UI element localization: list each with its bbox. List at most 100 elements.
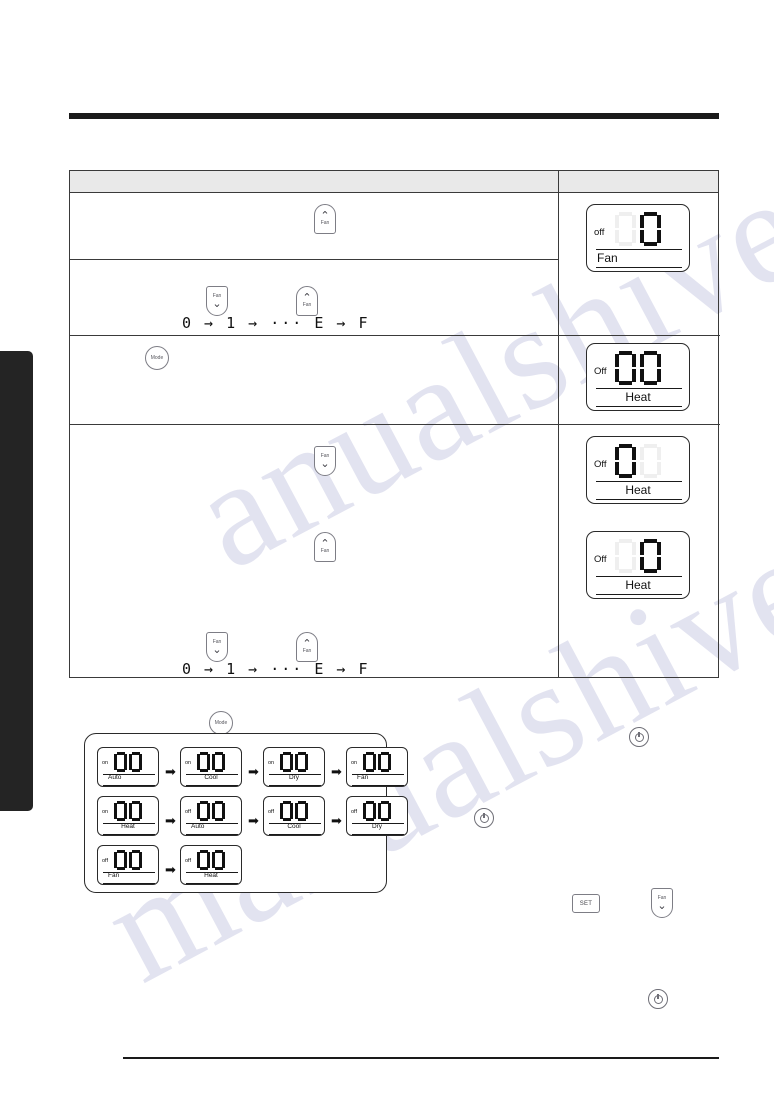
flow-arrow: ➡ (165, 862, 176, 877)
lcd-underline (596, 406, 682, 408)
lcd-mode-label: Cool (287, 823, 301, 830)
lcd-state-label: on (185, 760, 192, 766)
lcd-display-heat-00: Off Heat (586, 343, 690, 411)
lcd-digits (280, 801, 308, 821)
spec-table: ⌃ Fan Fan ⌄ ⌃ Fan 0 → 1 → ··· E → F off (69, 170, 720, 678)
seven-segment-digit-0 (197, 801, 210, 821)
lcd-underline (596, 499, 682, 501)
lcd-underline (103, 883, 155, 884)
lcd-underline (596, 594, 682, 596)
lcd-mode-label: Heat (625, 483, 651, 497)
lcd-state-label: off (185, 809, 192, 815)
table-subrow-divider (70, 259, 558, 260)
flow-arrow: ➡ (248, 764, 259, 779)
manual-page: anualshive.com manualshive.com ⌃ Fan Fan… (0, 0, 774, 1093)
lcd-digits (615, 444, 661, 478)
lcd-mode-label: Fan (357, 774, 369, 781)
flow-step-on-heat: on Heat (97, 796, 159, 836)
seven-segment-digit-0 (129, 850, 142, 870)
lcd-digits (197, 850, 225, 870)
flow-step-on-auto: on Auto (97, 747, 159, 787)
flow-step-on-cool: on Cool (180, 747, 242, 787)
seven-segment-digit-0 (363, 752, 376, 772)
seven-segment-digit-0 (197, 850, 210, 870)
power-icon-3[interactable] (648, 989, 668, 1009)
lcd-underline (352, 834, 404, 835)
flow-arrow: ➡ (165, 813, 176, 828)
lcd-digits (114, 850, 142, 870)
flow-step-off-fan: off Fan (97, 845, 159, 885)
lcd-underline (596, 267, 682, 269)
seven-segment-digit-0 (615, 444, 636, 478)
lcd-mode-label: Auto (108, 774, 122, 781)
fan-up-label-2: Fan (302, 302, 312, 308)
fan-down-icon[interactable]: Fan ⌄ (206, 286, 228, 316)
seven-segment-digit-blank (615, 539, 636, 573)
flow-arrow: ➡ (165, 764, 176, 779)
fan-up-icon[interactable]: ⌃ Fan (314, 204, 336, 234)
setting-sequence: 0 → 1 → ··· E → F (182, 660, 370, 678)
lcd-mode-label: Dry (371, 823, 383, 830)
seven-segment-digit-0 (378, 752, 391, 772)
fan-down-icon-inline[interactable]: Fan ⌄ (651, 888, 673, 918)
flow-arrow: ➡ (331, 813, 342, 828)
mode-key-icon-flow[interactable]: Mode (209, 711, 233, 735)
mode-key-icon[interactable]: Mode (145, 346, 169, 370)
seven-segment-digit-0 (378, 801, 391, 821)
seven-segment-digit-0 (615, 351, 636, 385)
lcd-state-label: on (102, 760, 109, 766)
seven-segment-digit-0 (640, 539, 661, 573)
lcd-state-label: off (185, 858, 192, 864)
lcd-mode-label: Auto (191, 823, 205, 830)
lcd-underline (186, 834, 238, 835)
flow-arrow: ➡ (248, 813, 259, 828)
power-symbol (479, 812, 489, 823)
chevron-down-icon: ⌄ (212, 644, 222, 656)
chevron-down-icon: ⌄ (657, 900, 667, 912)
lcd-state-label: off (102, 858, 109, 864)
seven-segment-digit-0 (295, 801, 308, 821)
seven-segment-digit-blank (640, 444, 661, 478)
lcd-underline (186, 883, 238, 884)
fan-up-icon-2[interactable]: ⌃ Fan (296, 286, 318, 316)
lcd-underline (186, 785, 238, 786)
lcd-digits (280, 752, 308, 772)
fan-up-icon-2[interactable]: ⌃ Fan (296, 632, 318, 662)
chapter-tab (0, 351, 33, 811)
table-header-row (70, 171, 718, 193)
fan-up-label: Fan (320, 548, 330, 554)
lcd-mode-label: Heat (204, 872, 218, 879)
lcd-mode-label: Heat (625, 578, 651, 592)
set-key-icon[interactable]: SET (572, 894, 600, 913)
seven-segment-digit-0 (197, 752, 210, 772)
power-icon-2[interactable] (474, 808, 494, 828)
chevron-down-icon: ⌄ (320, 458, 330, 470)
lcd-state-label: Off (594, 366, 607, 377)
mode-key-label: Mode (214, 720, 228, 726)
fan-speed-sequence: 0 → 1 → ··· E → F (182, 314, 370, 332)
seven-segment-digit-0 (212, 850, 225, 870)
power-icon-1[interactable] (629, 727, 649, 747)
seven-segment-digit-0 (640, 351, 661, 385)
flow-step-off-heat: off Heat (180, 845, 242, 885)
lcd-state-label: on (102, 809, 109, 815)
lcd-state-label: off (268, 809, 275, 815)
seven-segment-digit-0 (114, 801, 127, 821)
lcd-digits (114, 801, 142, 821)
flow-step-on-dry: on Dry (263, 747, 325, 787)
lcd-mode-label: Fan (597, 251, 618, 265)
lcd-display-heat-blank0: Off Heat (586, 531, 690, 599)
lcd-digits (615, 351, 661, 385)
flow-step-off-cool: off Cool (263, 796, 325, 836)
lcd-underline (103, 834, 155, 835)
set-key-label: SET (579, 900, 593, 907)
lcd-mode-label: Heat (121, 823, 135, 830)
fan-up-label: Fan (320, 220, 330, 226)
lcd-mode-label: Cool (204, 774, 218, 781)
fan-up-icon[interactable]: ⌃ Fan (314, 532, 336, 562)
flow-arrow: ➡ (331, 764, 342, 779)
fan-up-label-2: Fan (302, 648, 312, 654)
seven-segment-digit-blank (615, 212, 636, 246)
fan-down-icon[interactable]: Fan ⌄ (314, 446, 336, 476)
fan-down-icon-2[interactable]: Fan ⌄ (206, 632, 228, 662)
